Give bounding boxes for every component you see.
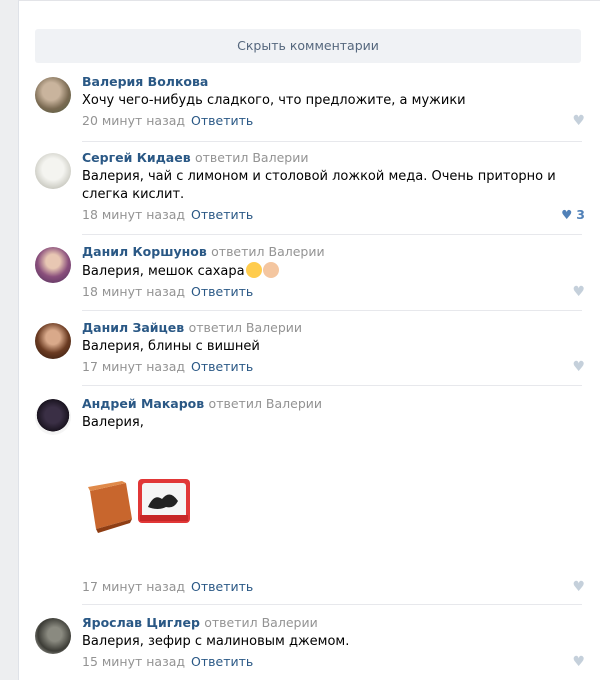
replied-to: ответил Валерии — [204, 615, 318, 630]
comment-time[interactable]: 20 минут назад — [82, 113, 185, 128]
comment-author[interactable]: Валерия Волкова — [82, 73, 583, 91]
comment-author[interactable]: Ярослав Циглер — [82, 615, 200, 630]
comment-author-line: Данил Зайцев ответил Валерии — [82, 319, 583, 337]
divider — [82, 310, 582, 311]
avatar[interactable] — [35, 77, 71, 113]
comment-time[interactable]: 15 минут назад — [82, 654, 185, 669]
heart-icon: ♥ — [561, 207, 573, 222]
heart-icon[interactable]: ♥ — [572, 113, 585, 129]
avatar[interactable] — [35, 153, 71, 189]
heart-icon[interactable]: ♥ — [572, 654, 585, 670]
comment-time[interactable]: 17 минут назад — [82, 359, 185, 374]
hide-comments-button[interactable]: Скрыть комментарии — [35, 29, 581, 63]
comment-text: Валерия, мешок сахара — [82, 262, 583, 281]
comment-meta: 20 минут назад Ответить — [82, 113, 253, 129]
comment-item: Валерия Волкова Хочу чего-нибудь сладког… — [35, 73, 585, 133]
heart-icon[interactable]: ♥ — [572, 579, 585, 595]
comment-meta: 18 минут назад Ответить — [82, 284, 253, 300]
like-button[interactable]: ♥ 3 — [561, 207, 585, 223]
comment-text: Хочу чего-нибудь сладкого, что предложит… — [82, 93, 466, 108]
reply-button[interactable]: Ответить — [191, 359, 253, 374]
comment-author[interactable]: Данил Зайцев — [82, 320, 184, 335]
divider — [82, 604, 582, 605]
replied-to: ответил Валерии — [211, 244, 325, 259]
comment-item: Сергей Кидаев ответил Валерии Валерия, ч… — [35, 149, 585, 229]
comment-author[interactable]: Данил Коршунов — [82, 244, 207, 259]
comment-item: Данил Коршунов ответил Валерии Валерия, … — [35, 243, 585, 303]
like-count: 3 — [576, 207, 585, 222]
divider — [82, 141, 582, 142]
reply-button[interactable]: Ответить — [191, 579, 253, 594]
replied-to: ответил Валерии — [208, 396, 322, 411]
comment-meta: 18 минут назад Ответить — [82, 207, 253, 223]
comment-text: Валерия, чай с лимоном и столовой ложкой… — [82, 169, 556, 202]
comment-author-line: Сергей Кидаев ответил Валерии — [82, 149, 583, 167]
comment-time[interactable]: 18 минут назад — [82, 284, 185, 299]
candy-image[interactable] — [82, 457, 202, 547]
comment-author-line: Андрей Макаров ответил Валерии — [82, 395, 583, 413]
divider — [82, 234, 582, 235]
comment-author[interactable]: Сергей Кидаев — [82, 150, 191, 165]
heart-icon[interactable]: ♥ — [572, 284, 585, 300]
comment-author-line: Данил Коршунов ответил Валерии — [82, 243, 583, 261]
comment-author-line: Ярослав Циглер ответил Валерии — [82, 614, 583, 632]
divider — [82, 385, 582, 386]
comment-item: Ярослав Циглер ответил Валерии Валерия, … — [35, 614, 585, 674]
comment-text: Валерия, блины с вишней — [82, 339, 260, 354]
comment-author[interactable]: Андрей Макаров — [82, 396, 204, 411]
comment-meta: 17 минут назад Ответить — [82, 359, 253, 375]
avatar[interactable] — [35, 618, 71, 654]
comment-meta: 17 минут назад Ответить — [82, 579, 253, 595]
comments-panel: Скрыть комментарии Валерия Волкова Хочу … — [18, 0, 600, 680]
comment-item: Данил Зайцев ответил Валерии Валерия, бл… — [35, 319, 585, 379]
avatar[interactable] — [35, 399, 71, 435]
reply-button[interactable]: Ответить — [191, 113, 253, 128]
comment-text: Валерия, — [82, 415, 144, 430]
flushed-face-icon — [245, 262, 262, 278]
comment-time[interactable]: 18 минут назад — [82, 207, 185, 222]
comment-text: Валерия, зефир с малиновым джемом. — [82, 634, 350, 649]
avatar[interactable] — [35, 247, 71, 283]
ok-hand-icon — [262, 262, 279, 278]
replied-to: ответил Валерии — [188, 320, 303, 335]
reply-button[interactable]: Ответить — [191, 654, 253, 669]
comment-meta: 15 минут назад Ответить — [82, 654, 253, 670]
replied-to: ответил Валерии — [194, 150, 309, 165]
avatar[interactable] — [35, 323, 71, 359]
comment-text-content: Валерия, мешок сахара — [82, 264, 245, 279]
reply-button[interactable]: Ответить — [191, 207, 253, 222]
reply-button[interactable]: Ответить — [191, 284, 253, 299]
comment-time[interactable]: 17 минут назад — [82, 579, 185, 594]
comment-item: Андрей Макаров ответил Валерии Валерия, … — [35, 395, 585, 595]
heart-icon[interactable]: ♥ — [572, 359, 585, 375]
